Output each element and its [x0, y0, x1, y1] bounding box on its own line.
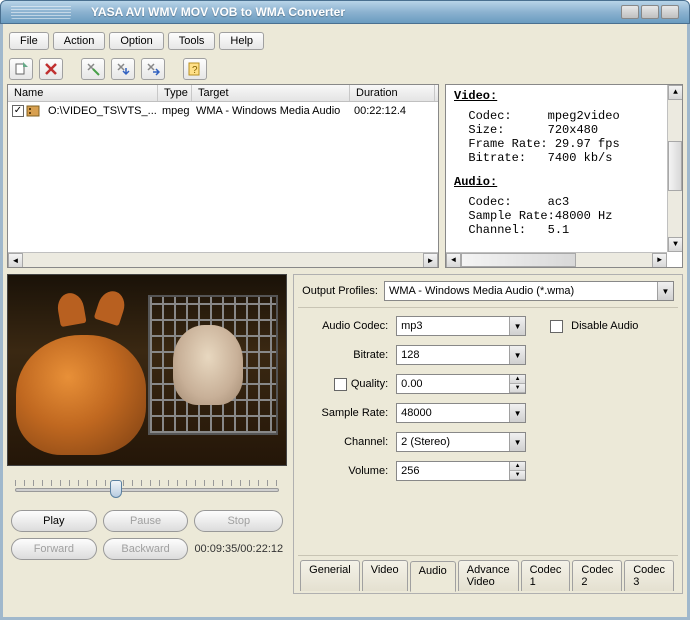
- menu-help[interactable]: Help: [219, 32, 264, 50]
- settings-tabs: Generial Video Audio Advance Video Codec…: [294, 556, 682, 593]
- tab-advance-video[interactable]: Advance Video: [458, 560, 519, 591]
- video-section-head: Video:: [454, 89, 674, 103]
- chevron-down-icon[interactable]: ▼: [657, 282, 673, 300]
- scroll-down-icon[interactable]: ▼: [668, 237, 683, 252]
- col-type[interactable]: Type: [158, 85, 192, 101]
- video-preview: [7, 274, 287, 466]
- menu-file[interactable]: File: [9, 32, 49, 50]
- menu-action[interactable]: Action: [53, 32, 106, 50]
- maximize-button[interactable]: [641, 5, 659, 19]
- quality-spinner[interactable]: 0.00 ▲▼: [396, 374, 526, 394]
- scroll-right-icon[interactable]: ►: [423, 253, 438, 268]
- minimize-button[interactable]: [621, 5, 639, 19]
- toolbar: ?: [7, 54, 683, 84]
- info-audio-channel: Channel: 5.1: [454, 223, 674, 237]
- h-scrollbar[interactable]: ◄ ►: [8, 252, 438, 267]
- pause-button[interactable]: Pause: [103, 510, 189, 532]
- bitrate-label: Bitrate:: [310, 349, 388, 361]
- forward-button[interactable]: Forward: [11, 538, 97, 560]
- channel-select[interactable]: 2 (Stereo) ▼: [396, 432, 526, 452]
- channel-label: Channel:: [310, 436, 388, 448]
- cleanup-icon[interactable]: [81, 58, 105, 80]
- output-profiles-label: Output Profiles:: [302, 285, 378, 297]
- info-h-scrollbar[interactable]: ◄ ►: [446, 252, 667, 267]
- cell-name: O:\VIDEO_TS\VTS_...: [42, 105, 156, 117]
- backward-button[interactable]: Backward: [103, 538, 189, 560]
- media-info-panel: Video: Codec: mpeg2video Size: 720x480 F…: [445, 84, 683, 268]
- spin-up-icon[interactable]: ▲: [510, 462, 525, 471]
- bitrate-select[interactable]: 128 ▼: [396, 345, 526, 365]
- tab-video[interactable]: Video: [362, 560, 408, 591]
- file-list: Name Type Target Duration ✓ O:\VIDEO_TS\…: [7, 84, 439, 268]
- chevron-down-icon[interactable]: ▼: [509, 317, 525, 335]
- tab-codec-3[interactable]: Codec 3: [624, 560, 674, 591]
- spin-up-icon[interactable]: ▲: [510, 375, 525, 384]
- cell-duration: 00:22:12.4: [348, 105, 433, 117]
- scroll-left-icon[interactable]: ◄: [8, 253, 23, 268]
- delete-icon[interactable]: [39, 58, 63, 80]
- tab-codec-1[interactable]: Codec 1: [521, 560, 571, 591]
- samplerate-label: Sample Rate:: [310, 407, 388, 419]
- info-video-bitrate: Bitrate: 7400 kb/s: [454, 151, 674, 165]
- col-name[interactable]: Name: [8, 85, 158, 101]
- quality-label: Quality:: [351, 378, 388, 390]
- spin-down-icon[interactable]: ▼: [510, 384, 525, 393]
- audio-codec-select[interactable]: mp3 ▼: [396, 316, 526, 336]
- playback-time: 00:09:35/00:22:12: [194, 538, 283, 560]
- output-profile-select[interactable]: WMA - Windows Media Audio (*.wma) ▼: [384, 281, 674, 301]
- v-scrollbar[interactable]: ▲ ▼: [667, 85, 682, 252]
- tab-audio[interactable]: Audio: [410, 561, 456, 592]
- quality-checkbox[interactable]: [334, 378, 347, 391]
- chevron-down-icon[interactable]: ▼: [509, 404, 525, 422]
- scroll-left-icon[interactable]: ◄: [446, 253, 461, 268]
- info-video-framerate: Frame Rate: 29.97 fps: [454, 137, 674, 151]
- move-down-icon[interactable]: [111, 58, 135, 80]
- file-row[interactable]: ✓ O:\VIDEO_TS\VTS_... mpeg WMA - Windows…: [8, 102, 438, 120]
- close-button[interactable]: [661, 5, 679, 19]
- volume-spinner[interactable]: 256 ▲▼: [396, 461, 526, 481]
- row-checkbox[interactable]: ✓: [12, 105, 24, 117]
- move-right-icon[interactable]: [141, 58, 165, 80]
- add-file-icon[interactable]: [9, 58, 33, 80]
- info-video-codec: Codec: mpeg2video: [454, 109, 674, 123]
- cell-type: mpeg: [156, 105, 190, 117]
- stop-button[interactable]: Stop: [194, 510, 283, 532]
- volume-label: Volume:: [310, 465, 388, 477]
- titlebar: YASA AVI WMV MOV VOB to WMA Converter: [0, 0, 690, 24]
- video-file-icon: [26, 104, 40, 118]
- chevron-down-icon[interactable]: ▼: [509, 346, 525, 364]
- titlebar-grip: [11, 5, 71, 19]
- menu-option[interactable]: Option: [109, 32, 163, 50]
- samplerate-select[interactable]: 48000 ▼: [396, 403, 526, 423]
- col-target[interactable]: Target: [192, 85, 350, 101]
- seek-slider[interactable]: [7, 478, 287, 500]
- menubar: File Action Option Tools Help: [7, 28, 683, 54]
- disable-audio-checkbox[interactable]: [550, 320, 563, 333]
- audio-section-head: Audio:: [454, 175, 674, 189]
- disable-audio-label: Disable Audio: [571, 320, 638, 332]
- spin-down-icon[interactable]: ▼: [510, 471, 525, 480]
- file-list-header: Name Type Target Duration: [8, 85, 438, 102]
- audio-codec-label: Audio Codec:: [310, 320, 388, 332]
- chevron-down-icon[interactable]: ▼: [509, 433, 525, 451]
- seek-thumb[interactable]: [110, 480, 122, 498]
- scroll-up-icon[interactable]: ▲: [668, 85, 683, 100]
- tab-codec-2[interactable]: Codec 2: [572, 560, 622, 591]
- info-audio-codec: Codec: ac3: [454, 195, 674, 209]
- cell-target: WMA - Windows Media Audio: [190, 105, 348, 117]
- info-audio-samplerate: Sample Rate:48000 Hz: [454, 209, 674, 223]
- play-button[interactable]: Play: [11, 510, 97, 532]
- info-video-size: Size: 720x480: [454, 123, 674, 137]
- tab-general[interactable]: Generial: [300, 560, 360, 591]
- svg-text:?: ?: [192, 65, 198, 76]
- window-title: YASA AVI WMV MOV VOB to WMA Converter: [91, 5, 345, 19]
- col-duration[interactable]: Duration: [350, 85, 435, 101]
- menu-tools[interactable]: Tools: [168, 32, 216, 50]
- scroll-right-icon[interactable]: ►: [652, 253, 667, 268]
- help-icon[interactable]: ?: [183, 58, 207, 80]
